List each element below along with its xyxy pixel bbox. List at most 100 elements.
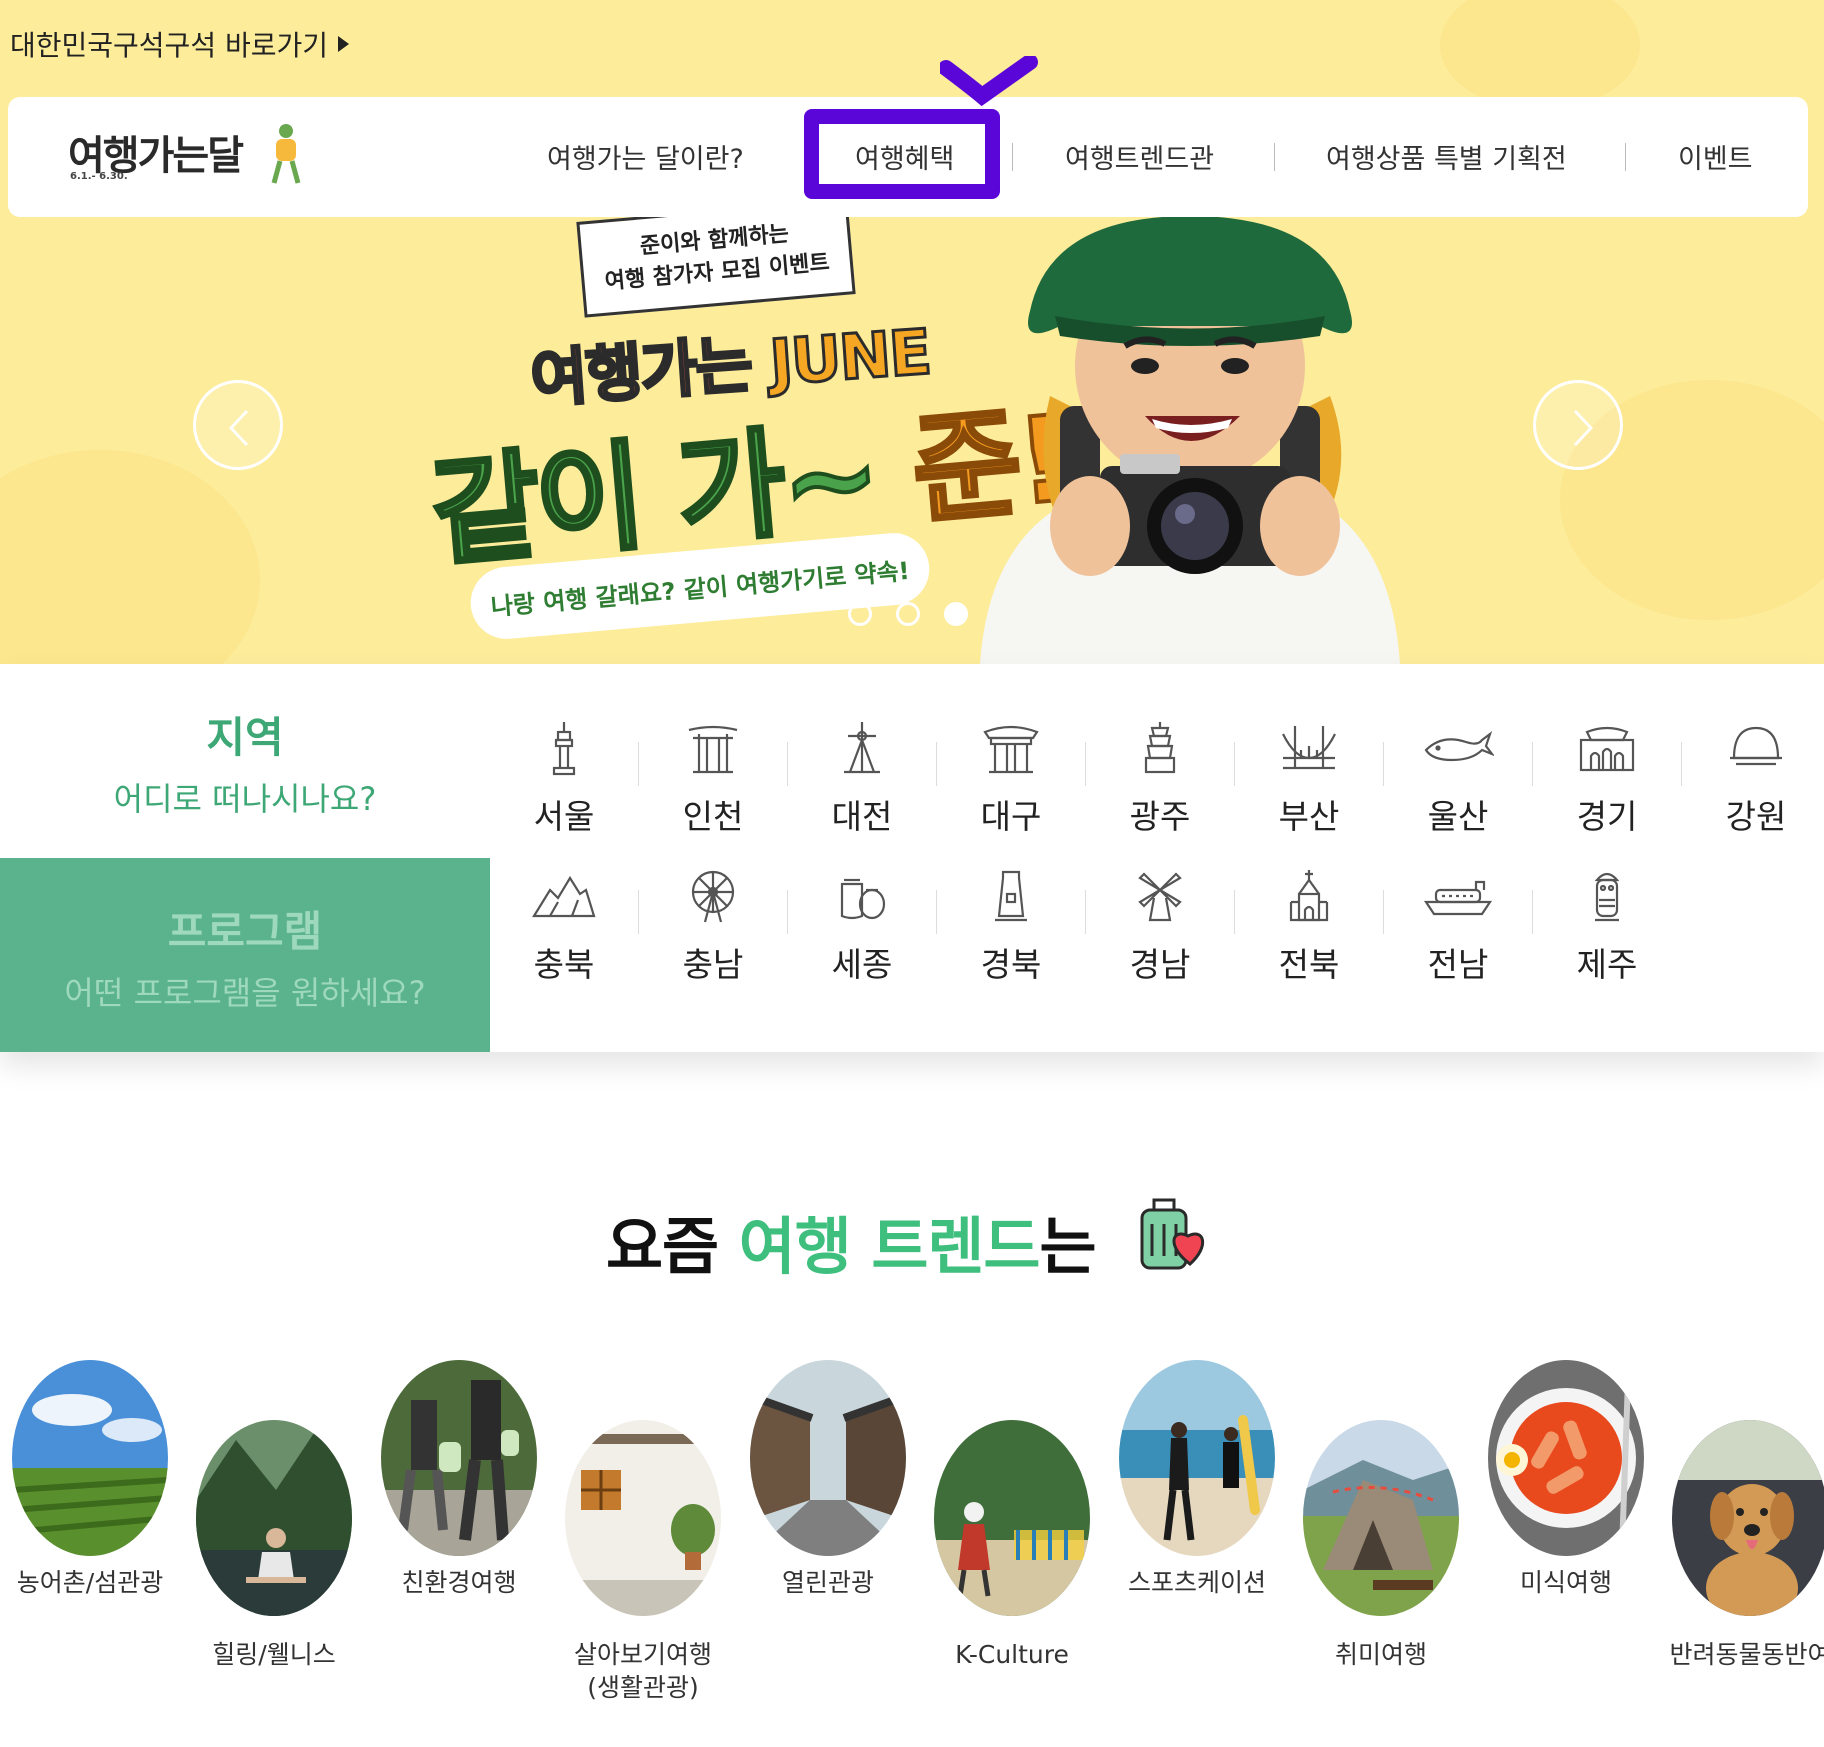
region-gwangju[interactable]: 광주 (1086, 720, 1234, 840)
next-slide-button[interactable] (1533, 380, 1623, 470)
chevron-right-icon (1573, 409, 1594, 447)
region-label: 서울 (533, 797, 595, 836)
region-daejeon[interactable]: 대전 (788, 720, 936, 840)
region-label: 대구 (980, 797, 1042, 836)
windmill-icon (1138, 872, 1182, 922)
region-label: 대전 (831, 797, 893, 836)
trend-label: 취미여행 (1334, 1640, 1427, 1669)
fortress-icon (1579, 726, 1635, 772)
region-daegu[interactable]: 대구 (937, 720, 1085, 840)
building-icon (995, 870, 1027, 922)
region-gyeongnam[interactable]: 경남 (1086, 868, 1234, 988)
region-sejong[interactable]: 세종 (788, 868, 936, 988)
trend-image-farm (12, 1360, 168, 1556)
region-gyeonggi[interactable]: 경기 (1533, 720, 1681, 840)
nav-trends[interactable]: 여행트렌드관 (1065, 137, 1214, 176)
gate-icon (688, 725, 738, 774)
region-seoul[interactable]: 서울 (490, 720, 638, 840)
trend-image-dog (1672, 1420, 1824, 1616)
tab-program-title: 프로그램 (167, 907, 323, 956)
trend-image-hanok-alley (750, 1360, 906, 1556)
region-jeonbuk[interactable]: 전북 (1235, 868, 1383, 988)
play-arrow-icon (338, 36, 350, 52)
region-chungnam[interactable]: 충남 (639, 868, 787, 988)
slide-dot[interactable] (848, 602, 872, 626)
region-label: 충남 (682, 945, 744, 984)
region-label: 경기 (1576, 797, 1638, 836)
region-busan[interactable]: 부산 (1235, 720, 1383, 840)
skip-link[interactable]: 대한민국구석구석 바로가기 (10, 24, 350, 64)
tab-region-title: 지역 (206, 713, 284, 762)
trend-label: 미식여행 (1519, 1568, 1612, 1597)
trend-label: 스포츠케이션 (1127, 1568, 1266, 1597)
prev-slide-button[interactable] (193, 380, 283, 470)
slide-dot[interactable] (896, 602, 920, 626)
church-icon (1289, 870, 1329, 922)
dolhareubang-icon (1594, 872, 1620, 922)
region-jeju[interactable]: 제주 (1533, 868, 1681, 988)
region-incheon[interactable]: 인천 (639, 720, 787, 840)
region-label: 전남 (1427, 945, 1489, 984)
ferris-wheel-icon (691, 870, 735, 923)
trend-image-surfers (1119, 1360, 1275, 1556)
model-photo (980, 216, 1400, 664)
region-label: 광주 (1129, 797, 1191, 836)
dome-icon (1730, 726, 1782, 766)
nav-events[interactable]: 이벤트 (1678, 137, 1753, 176)
trend-title-prefix: 요즘 (606, 1210, 719, 1283)
trend-label: 반려동물동반여 (1669, 1640, 1824, 1669)
slide-pagination (848, 602, 968, 626)
trend-label: 힐링/웰니스 (212, 1640, 336, 1669)
region-label: 세종 (831, 945, 893, 984)
region-program-selector: 지역 어디로 떠나시나요? 프로그램 어떤 프로그램을 원하세요? 서울 인천 … (0, 664, 1824, 1052)
skip-link-label: 대한민국구석구석 바로가기 (10, 29, 329, 62)
annotation-check-mark (940, 56, 1038, 107)
region-chungbuk[interactable]: 충북 (490, 868, 638, 988)
hero-banner: 대한민국구석구석 바로가기 준이와 함께하는 여행 참가자 모집 이벤트 여행가… (0, 0, 1824, 664)
trend-section-title: 요즘 여행 트렌드는 (606, 1196, 1097, 1286)
trend-label: 친환경여행 (401, 1568, 517, 1597)
region-label: 울산 (1427, 797, 1489, 836)
tab-program[interactable]: 프로그램 어떤 프로그램을 원하세요? (0, 858, 490, 1052)
region-label: 강원 (1725, 797, 1787, 836)
mountain-icon (532, 875, 596, 918)
chevron-left-icon (228, 409, 249, 447)
nav-divider (1012, 143, 1013, 171)
cloud-decoration (0, 450, 260, 664)
nav-special-products[interactable]: 여행상품 특별 기획전 (1326, 137, 1567, 176)
trend-title-suffix: 는 (1039, 1210, 1096, 1283)
tower-icon (844, 722, 880, 774)
region-gangwon[interactable]: 강원 (1682, 720, 1824, 840)
trend-image-house (565, 1420, 721, 1616)
trend-label: K-Culture (955, 1640, 1069, 1669)
nav-divider (1274, 143, 1275, 171)
nav-about[interactable]: 여행가는 달이란? (547, 137, 744, 176)
bridge-icon (1282, 726, 1336, 770)
region-ulsan[interactable]: 울산 (1384, 720, 1532, 840)
region-gyeongbuk[interactable]: 경북 (937, 868, 1085, 988)
trend-image-tteokbokki (1488, 1360, 1644, 1556)
region-jeonnam[interactable]: 전남 (1384, 868, 1532, 988)
seoul-tower-icon (552, 722, 576, 776)
hiker-icon (271, 124, 301, 184)
tab-region[interactable]: 지역 어디로 떠나시나요? (0, 664, 490, 858)
ship-icon (1423, 880, 1493, 916)
suitcase-heart-icon (1140, 1198, 1204, 1270)
region-label: 충북 (533, 945, 595, 984)
trend-image-camping (1303, 1420, 1459, 1616)
region-label: 경북 (980, 945, 1042, 984)
trend-label: 농어촌/섬관광 (16, 1568, 164, 1597)
slide-dot-active[interactable] (944, 602, 968, 626)
jars-icon (840, 878, 886, 920)
nav-divider (1625, 143, 1626, 171)
trend-label: 살아보기여행 (생활관광) (573, 1640, 712, 1702)
trend-image-yoga (196, 1420, 352, 1616)
logo-dates: 6.1.- 6.30. (70, 171, 128, 182)
pagoda-icon (1144, 722, 1176, 774)
region-label: 인천 (682, 797, 744, 836)
cloud-decoration (1440, 0, 1640, 110)
trend-image-plogging (381, 1360, 537, 1556)
region-label: 제주 (1576, 945, 1638, 984)
region-label: 경남 (1129, 945, 1191, 984)
site-logo[interactable]: 여행가는달 6.1.- 6.30. (68, 123, 308, 193)
